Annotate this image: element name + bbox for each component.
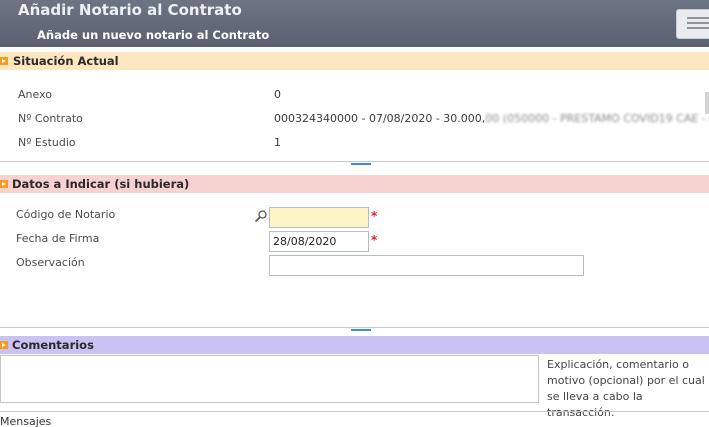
scrollbar-thumb[interactable] xyxy=(705,92,709,114)
fecha-firma-label: Fecha de Firma xyxy=(16,232,100,245)
search-icon[interactable] xyxy=(254,209,268,223)
section-title: Situación Actual xyxy=(13,54,119,68)
codigo-notario-label: Código de Notario xyxy=(16,208,116,221)
page-title: Añadir Notario al Contrato xyxy=(18,1,242,19)
menu-icon[interactable] xyxy=(676,9,709,39)
estudio-value: 1 xyxy=(274,136,281,149)
contrato-value: 000324340000 - 07/08/2020 - 30.000,00 (0… xyxy=(274,112,709,125)
resize-handle[interactable] xyxy=(351,329,371,331)
section-arrow-icon xyxy=(0,341,8,349)
anexo-label: Anexo xyxy=(18,88,52,101)
page-header: Añadir Notario al Contrato Añade un nuev… xyxy=(0,0,709,47)
page-subtitle: Añade un nuevo notario al Contrato xyxy=(37,28,270,42)
observacion-label: Observación xyxy=(16,256,85,269)
required-mark: * xyxy=(371,209,378,223)
divider xyxy=(0,327,709,328)
section-comentarios-header[interactable]: Comentarios xyxy=(0,336,709,354)
section-arrow-icon xyxy=(0,57,8,65)
contrato-value-redacted: 00 (050000 - PRESTAMO COVID19 CAE - LEH) xyxy=(485,112,709,125)
estudio-label: Nº Estudio xyxy=(18,136,76,149)
divider xyxy=(0,161,709,162)
menu-line xyxy=(687,17,709,19)
section-situacion-header[interactable]: Situación Actual xyxy=(0,52,709,70)
mensajes-label: Mensajes xyxy=(0,415,52,427)
fecha-firma-input[interactable] xyxy=(269,231,369,252)
menu-line xyxy=(687,22,709,24)
anexo-value: 0 xyxy=(274,88,281,101)
codigo-notario-input[interactable] xyxy=(269,207,369,228)
menu-line xyxy=(687,27,709,29)
contrato-value-visible: 000324340000 - 07/08/2020 - 30.000, xyxy=(274,112,486,125)
resize-handle[interactable] xyxy=(351,163,371,165)
comentarios-textarea[interactable] xyxy=(0,355,539,403)
divider xyxy=(0,411,709,412)
section-arrow-icon xyxy=(0,180,8,188)
required-mark: * xyxy=(371,233,378,247)
observacion-input[interactable] xyxy=(269,255,584,276)
section-title: Comentarios xyxy=(12,338,94,352)
section-title: Datos a Indicar (si hubiera) xyxy=(12,177,190,191)
section-datos-header[interactable]: Datos a Indicar (si hubiera) xyxy=(0,175,709,193)
contrato-label: Nº Contrato xyxy=(18,112,83,125)
